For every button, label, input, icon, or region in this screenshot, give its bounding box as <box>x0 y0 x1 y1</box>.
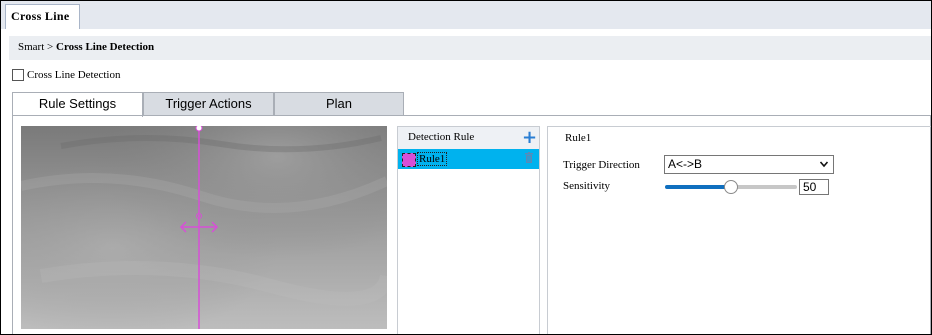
trash-icon[interactable] <box>525 152 533 163</box>
top-tab-bar: Cross Line <box>1 1 931 29</box>
rule-panel-header: Detection Rule + <box>398 127 539 149</box>
tab-rule-settings[interactable]: Rule Settings <box>12 92 143 117</box>
breadcrumb-bar: Smart > Cross Line Detection <box>9 36 931 60</box>
enable-row: Cross Line Detection <box>12 69 120 81</box>
detection-rule-panel: Detection Rule + Rule1 <box>397 126 540 334</box>
slider-track-filled <box>665 185 731 189</box>
chevron-down-icon <box>820 161 828 168</box>
trigger-direction-value: A<->B <box>668 157 703 171</box>
plus-icon[interactable]: + <box>522 127 537 149</box>
rule-panel-title: Detection Rule <box>408 131 475 143</box>
slider-thumb[interactable] <box>724 180 738 194</box>
trigger-direction-select[interactable]: A<->B <box>664 155 834 174</box>
rule-list-item[interactable]: Rule1 <box>398 149 539 169</box>
breadcrumb-parent: Smart <box>18 41 45 53</box>
sensitivity-slider[interactable] <box>665 180 797 194</box>
video-preview[interactable] <box>21 126 387 329</box>
tab-plan[interactable]: Plan <box>274 92 404 116</box>
enable-checkbox[interactable] <box>12 69 24 81</box>
breadcrumb-separator: > <box>47 41 54 53</box>
tab-trigger-actions[interactable]: Trigger Actions <box>143 92 274 116</box>
sensitivity-input[interactable]: 50 <box>799 179 829 195</box>
sensitivity-label: Sensitivity <box>563 180 611 192</box>
rule-color-swatch[interactable] <box>402 153 416 167</box>
breadcrumb-current: Cross Line Detection <box>56 41 155 53</box>
breadcrumb: Smart > Cross Line Detection <box>18 41 154 53</box>
video-canvas[interactable] <box>21 126 387 329</box>
tab-cross-line[interactable]: Cross Line <box>5 4 80 29</box>
rule-label[interactable]: Rule1 <box>417 152 448 166</box>
trigger-direction-label: Trigger Direction <box>563 159 640 171</box>
slider-track <box>731 185 797 189</box>
enable-label: Cross Line Detection <box>27 69 121 81</box>
rule-name: Rule1 <box>565 132 592 144</box>
